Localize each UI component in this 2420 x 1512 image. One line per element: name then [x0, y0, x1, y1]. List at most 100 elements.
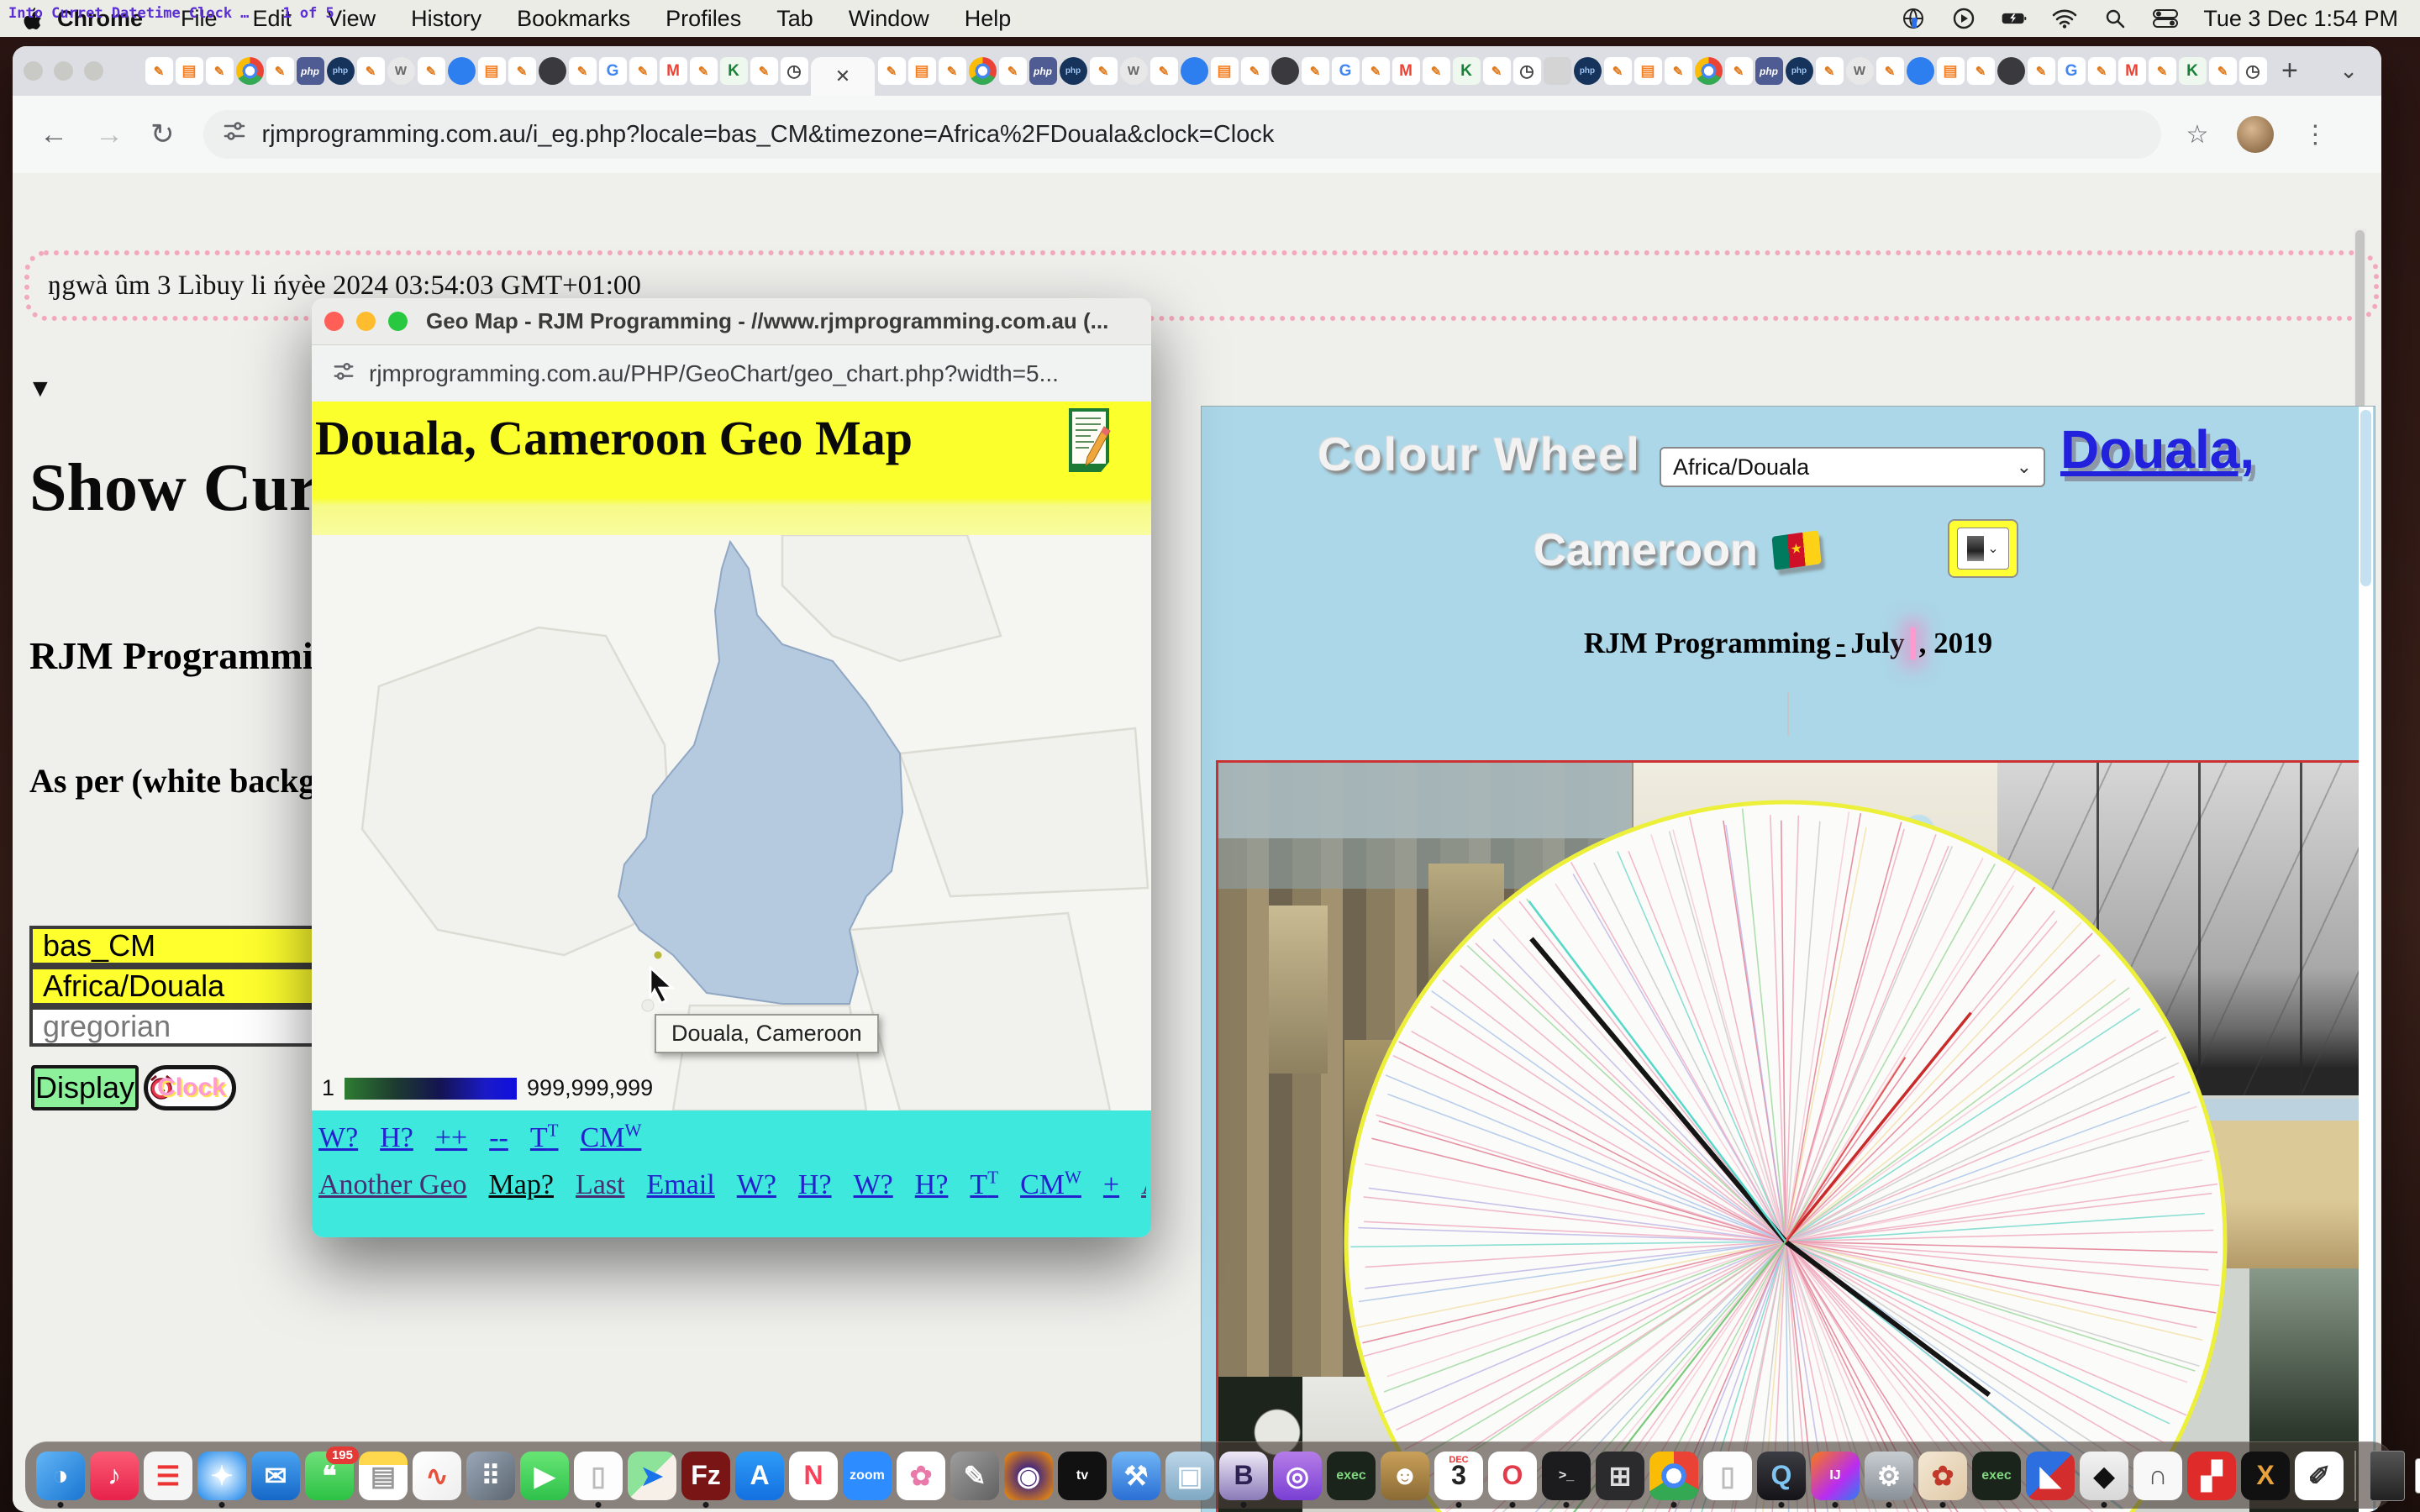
dock-item-inkscape[interactable]: ◆: [2080, 1451, 2128, 1508]
tab-favicon-k[interactable]: K: [2178, 57, 2207, 85]
minimized-window-2[interactable]: [2415, 1457, 2420, 1494]
wifi-icon[interactable]: [2052, 8, 2077, 29]
tab-favicon-blue[interactable]: [447, 57, 476, 85]
dock-item-photos[interactable]: ✿: [897, 1451, 945, 1500]
tab-favicon-pencil[interactable]: ✎: [2027, 57, 2055, 85]
menu-item-window[interactable]: Window: [849, 6, 929, 32]
dock-item-mamp[interactable]: ∩: [2133, 1451, 2182, 1500]
tab-favicon-gmail[interactable]: M: [2118, 57, 2146, 85]
dock-item-bbedit[interactable]: B: [1219, 1451, 1268, 1508]
kebab-menu-icon[interactable]: ⋮: [2302, 120, 2328, 150]
tab-favicon-chrome[interactable]: [968, 57, 997, 85]
footer-link[interactable]: ++: [435, 1122, 467, 1153]
dock-item-contacts[interactable]: ☻: [1381, 1451, 1429, 1500]
tab-favicon-clock[interactable]: ◷: [1512, 57, 1541, 85]
clock-button[interactable]: Clock: [144, 1065, 236, 1110]
tab-favicon-php[interactable]: php: [296, 57, 324, 85]
screen-record-status-icon[interactable]: [1951, 8, 1976, 29]
dock-item-xcode[interactable]: ⚒: [1112, 1451, 1160, 1500]
dock-item-opera[interactable]: O: [1488, 1451, 1537, 1508]
control-center-icon[interactable]: [2153, 8, 2179, 29]
tab-search-chevron-icon[interactable]: ⌄: [2339, 58, 2358, 84]
tab-favicon-clock[interactable]: ◷: [780, 57, 808, 85]
dock-item-calendar[interactable]: 3 DEC: [1434, 1451, 1483, 1508]
tab-favicon-dark[interactable]: [538, 57, 566, 85]
tab-favicon-wiki[interactable]: W: [1119, 57, 1148, 85]
reload-button[interactable]: ↻: [150, 118, 175, 151]
tab-favicon-drupal[interactable]: php: [1785, 57, 1813, 85]
dock-item-podcasts[interactable]: ◎: [1273, 1451, 1322, 1500]
tab-favicon-pencil[interactable]: ✎: [568, 57, 597, 85]
dock-item-finder[interactable]: ◑: [36, 1451, 85, 1508]
dock-item-reminders[interactable]: ☰: [144, 1451, 192, 1500]
dock-item-textedit[interactable]: ▯: [574, 1451, 623, 1508]
footer-link[interactable]: Last: [576, 1169, 625, 1200]
footer-link[interactable]: W?: [737, 1169, 776, 1200]
footer-link[interactable]: H?: [798, 1169, 832, 1200]
tab-favicon-wiki[interactable]: W: [387, 57, 415, 85]
dock-item-filezilla[interactable]: Fz: [681, 1451, 730, 1508]
footer-link[interactable]: TT: [970, 1168, 998, 1200]
footer-link[interactable]: Email: [647, 1169, 715, 1200]
menu-item-tab[interactable]: Tab: [776, 6, 813, 32]
tab-favicon-pencil[interactable]: ✎: [750, 57, 778, 85]
dock-item-firefox[interactable]: ◉: [1004, 1451, 1053, 1500]
globe-status-icon[interactable]: [1901, 8, 1926, 29]
tab-favicon-g[interactable]: G: [1331, 57, 1360, 85]
tab-favicon-wiki[interactable]: W: [1845, 57, 1874, 85]
dock-item-news[interactable]: N: [789, 1451, 838, 1500]
window-close-button[interactable]: [24, 61, 43, 81]
popup-close-button[interactable]: [324, 312, 344, 331]
forward-button[interactable]: →: [95, 118, 124, 151]
tab-favicon-php[interactable]: php: [1028, 57, 1057, 85]
dock-item-maps[interactable]: ➤: [628, 1451, 676, 1500]
minimized-window-1[interactable]: [2370, 1450, 2405, 1501]
geo-map-canvas[interactable]: Douala, Cameroon: [312, 533, 1151, 1112]
tab-favicon-drupal[interactable]: php: [1573, 57, 1602, 85]
tab-favicon-pencil[interactable]: ✎: [629, 57, 657, 85]
footer-link[interactable]: --: [489, 1122, 508, 1153]
tab-favicon-pencil[interactable]: ✎: [1482, 57, 1511, 85]
tab-favicon-so[interactable]: ▤: [477, 57, 506, 85]
tab-favicon-pencil[interactable]: ✎: [1724, 57, 1753, 85]
footer-link[interactable]: Anothe: [1141, 1169, 1146, 1200]
dock-item-art-palette[interactable]: ✿: [1918, 1451, 1967, 1508]
tab-favicon-pencil[interactable]: ✎: [1150, 57, 1178, 85]
tab-favicon-dark[interactable]: [1996, 57, 2025, 85]
menu-item-profiles[interactable]: Profiles: [666, 6, 741, 32]
dock-item-calculator[interactable]: ⊞: [1596, 1451, 1644, 1500]
tab-favicon-pencil[interactable]: ✎: [1361, 57, 1390, 85]
bookmark-star-icon[interactable]: ☆: [2186, 120, 2209, 150]
site-settings-icon[interactable]: [222, 118, 247, 150]
tab-favicon-chrome[interactable]: [235, 57, 264, 85]
tab-favicon-pencil[interactable]: ✎: [356, 57, 385, 85]
tab-favicon-clock[interactable]: ◷: [2238, 57, 2267, 85]
menu-item-help[interactable]: Help: [965, 6, 1012, 32]
dock-item-textedit-2[interactable]: ▯: [1703, 1451, 1752, 1500]
tab-favicon-pencil[interactable]: ✎: [1301, 57, 1329, 85]
tab-favicon-g[interactable]: G: [598, 57, 627, 85]
tab-favicon-pencil[interactable]: ✎: [266, 57, 294, 85]
tab-favicon-pencil[interactable]: ✎: [417, 57, 445, 85]
dock-item-preview[interactable]: ▣: [1165, 1451, 1214, 1500]
dock-item-music[interactable]: ♪: [90, 1451, 139, 1500]
profile-avatar[interactable]: [2237, 116, 2275, 153]
dock-item-mail[interactable]: ✉: [251, 1451, 300, 1500]
tab-favicon-pencil[interactable]: ✎: [1603, 57, 1632, 85]
tab-favicon-blue[interactable]: [1906, 57, 1934, 85]
popup-zoom-button[interactable]: [388, 312, 408, 331]
tab-favicon-pencil[interactable]: ✎: [2208, 57, 2237, 85]
tab-favicon-so[interactable]: ▤: [1936, 57, 1965, 85]
tab-favicon-pencil[interactable]: ✎: [1966, 57, 1995, 85]
menu-item-bookmarks[interactable]: Bookmarks: [517, 6, 630, 32]
footer-link[interactable]: TT: [530, 1121, 559, 1153]
footer-link[interactable]: W?: [318, 1122, 358, 1153]
tab-favicon-so[interactable]: ▤: [175, 57, 203, 85]
tab-favicon-pencil[interactable]: ✎: [689, 57, 718, 85]
window-zoom-button[interactable]: [84, 61, 103, 81]
dock-item-quicktime[interactable]: Q: [1757, 1451, 1806, 1508]
window-minimize-button[interactable]: [54, 61, 73, 81]
dock-item-exec-terminal-2[interactable]: exec: [1972, 1451, 2021, 1500]
details-triangle-icon[interactable]: ▼: [28, 375, 53, 403]
dock-item-chrome[interactable]: [1649, 1451, 1698, 1508]
